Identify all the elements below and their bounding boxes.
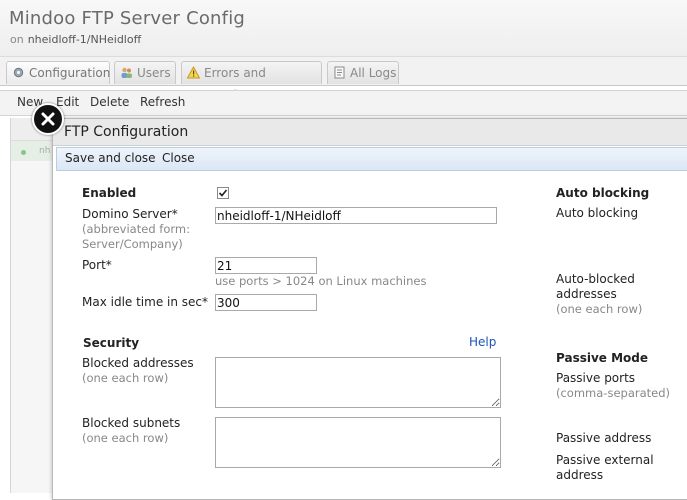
passive-ports-hint: (comma-separated) (556, 386, 671, 400)
blocked-addresses-textarea[interactable] (215, 357, 501, 408)
passive-address-label: Passive address (556, 431, 652, 445)
port-hint: use ports > 1024 on Linux machines (215, 274, 427, 288)
table-row[interactable]: nh (11, 141, 56, 161)
port-label: Port* (82, 258, 112, 272)
log-icon (334, 66, 345, 79)
tab-bar: Configuration Users Errors and warnings … (0, 57, 687, 102)
checkmark-icon (218, 189, 228, 197)
blocked-addresses-label: Blocked addresses (82, 356, 194, 370)
server-on-prefix: on (10, 33, 24, 46)
warning-icon (187, 66, 200, 79)
passive-mode-heading: Passive Mode (556, 351, 649, 365)
main-toolbar: New Edit Delete Refresh (0, 90, 687, 116)
row-text: nh (39, 146, 51, 156)
dialog-title: FTP Configuration (64, 124, 189, 140)
tab-users[interactable]: Users (114, 61, 176, 84)
app-title: Mindoo FTP Server Config (9, 8, 246, 29)
tab-label: Users (137, 66, 171, 80)
passive-external-address-label: Passive external address (556, 453, 654, 482)
tab-all-logs[interactable]: All Logs (327, 61, 399, 84)
max-idle-label: Max idle time in sec* (82, 295, 209, 309)
status-dot-icon (21, 150, 26, 155)
ftp-configuration-dialog: FTP Configuration Save and close Close E… (52, 118, 687, 500)
port-input[interactable] (215, 257, 317, 274)
blocked-subnets-textarea[interactable] (215, 417, 501, 468)
tab-errors-warnings[interactable]: Errors and warnings (181, 61, 322, 102)
help-link[interactable]: Help (469, 335, 496, 349)
app-header: Mindoo FTP Server Config on nheidloff-1/N… (0, 0, 687, 57)
security-heading: Security (83, 336, 140, 350)
blocked-subnets-label: Blocked subnets (82, 416, 181, 430)
dialog-titlebar[interactable]: FTP Configuration (53, 119, 687, 146)
tab-label: Configuration (29, 66, 111, 80)
dialog-action-bar: Save and close Close (56, 147, 687, 171)
blocked-subnets-hint: (one each row) (82, 431, 169, 445)
close-dialog-icon[interactable] (32, 103, 64, 135)
max-idle-input[interactable] (215, 294, 317, 311)
background-grid: nh (10, 118, 56, 493)
tab-label: All Logs (350, 66, 397, 80)
domino-server-input[interactable] (215, 207, 497, 224)
enabled-checkbox[interactable] (217, 187, 229, 199)
auto-blocked-addresses-hint: (one each row) (556, 302, 643, 316)
gear-icon (13, 67, 24, 78)
passive-ports-label: Passive ports (556, 371, 636, 385)
save-and-close-button[interactable]: Save and close (65, 151, 156, 165)
tab-configuration[interactable]: Configuration (6, 61, 110, 84)
blocked-addresses-hint: (one each row) (82, 371, 169, 385)
enabled-label: Enabled (82, 186, 137, 200)
domino-server-label: Domino Server* (82, 207, 178, 221)
auto-blocking-heading: Auto blocking (556, 186, 650, 200)
delete-button[interactable]: Delete (90, 95, 129, 109)
refresh-button[interactable]: Refresh (140, 95, 185, 109)
close-button[interactable]: Close (162, 151, 195, 165)
server-subtitle: on nheidloff-1/NHeidloff (10, 33, 141, 46)
auto-blocked-addresses-label: Auto-blocked addresses (556, 272, 635, 301)
server-name: nheidloff-1/NHeidloff (27, 33, 142, 46)
auto-blocking-label: Auto blocking (556, 206, 639, 220)
users-icon (121, 67, 132, 78)
close-icon (41, 112, 55, 126)
domino-server-hint: (abbreviated form: Server/Company) (82, 222, 190, 251)
